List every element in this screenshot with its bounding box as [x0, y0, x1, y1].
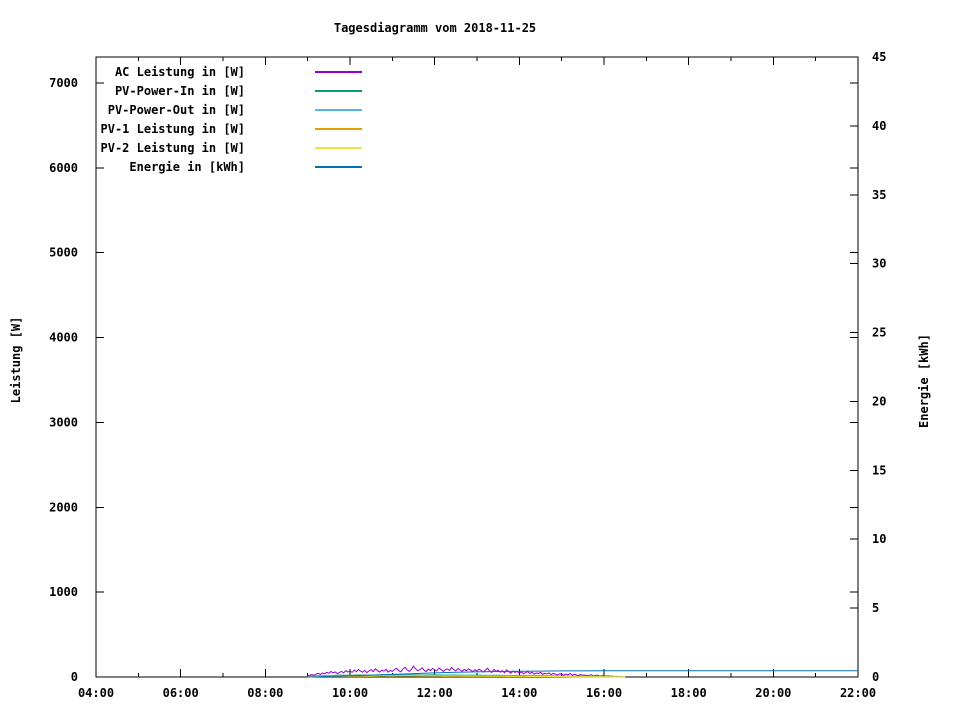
y2-tick-label: 0 — [872, 670, 879, 684]
y2-tick-label: 25 — [872, 326, 886, 340]
legend-label: PV-1 Leistung in [W] — [100, 122, 246, 136]
legend-item-pv1-leistung: PV-1 Leistung in [W] — [0, 120, 362, 139]
legend-line-swatch — [315, 108, 362, 111]
y2-tick-label: 35 — [872, 188, 886, 202]
x-tick-label: 12:00 — [417, 686, 453, 700]
legend-line-swatch — [315, 165, 362, 168]
legend-item-pv2-leistung: PV-2 Leistung in [W] — [0, 139, 362, 158]
y2-tick-label: 30 — [872, 257, 886, 271]
legend-item-pv-power-out: PV-Power-Out in [W] — [0, 101, 362, 120]
y2-tick-label: 45 — [872, 50, 886, 64]
legend-label: PV-Power-In in [W] — [114, 84, 245, 98]
legend: AC Leistung in [W] PV-Power-In in [W] PV… — [0, 63, 362, 177]
x-tick-label: 08:00 — [247, 686, 283, 700]
legend-item-pv-power-in: PV-Power-In in [W] — [0, 82, 362, 101]
y1-tick-label: 2000 — [49, 500, 78, 514]
legend-line-swatch — [315, 70, 362, 73]
y1-tick-label: 1000 — [49, 585, 78, 599]
x-tick-label: 10:00 — [332, 686, 368, 700]
x-tick-label: 20:00 — [755, 686, 791, 700]
legend-label: PV-2 Leistung in [W] — [100, 141, 246, 155]
y1-tick-label: 5000 — [49, 246, 78, 260]
legend-line-swatch — [315, 146, 362, 149]
legend-label: Energie in [kWh] — [129, 160, 245, 174]
y2-tick-label: 15 — [872, 463, 886, 477]
legend-line-swatch — [315, 127, 362, 130]
y2-tick-label: 10 — [872, 532, 886, 546]
x-tick-label: 06:00 — [163, 686, 199, 700]
legend-item-energie: Energie in [kWh] — [0, 158, 362, 177]
y2-tick-label: 5 — [872, 601, 879, 615]
y1-tick-label: 4000 — [49, 331, 78, 345]
legend-label: AC Leistung in [W] — [114, 65, 245, 79]
y2-tick-label: 20 — [872, 394, 886, 408]
legend-label: PV-Power-Out in [W] — [107, 103, 245, 117]
y1-tick-label: 0 — [71, 670, 78, 684]
x-tick-label: 22:00 — [840, 686, 876, 700]
x-tick-label: 18:00 — [671, 686, 707, 700]
x-tick-label: 04:00 — [78, 686, 114, 700]
y2-tick-label: 40 — [872, 119, 886, 133]
legend-line-swatch — [315, 89, 362, 92]
y1-tick-label: 3000 — [49, 415, 78, 429]
x-tick-label: 14:00 — [501, 686, 537, 700]
x-tick-label: 16:00 — [586, 686, 622, 700]
legend-item-ac-leistung: AC Leistung in [W] — [0, 63, 362, 82]
